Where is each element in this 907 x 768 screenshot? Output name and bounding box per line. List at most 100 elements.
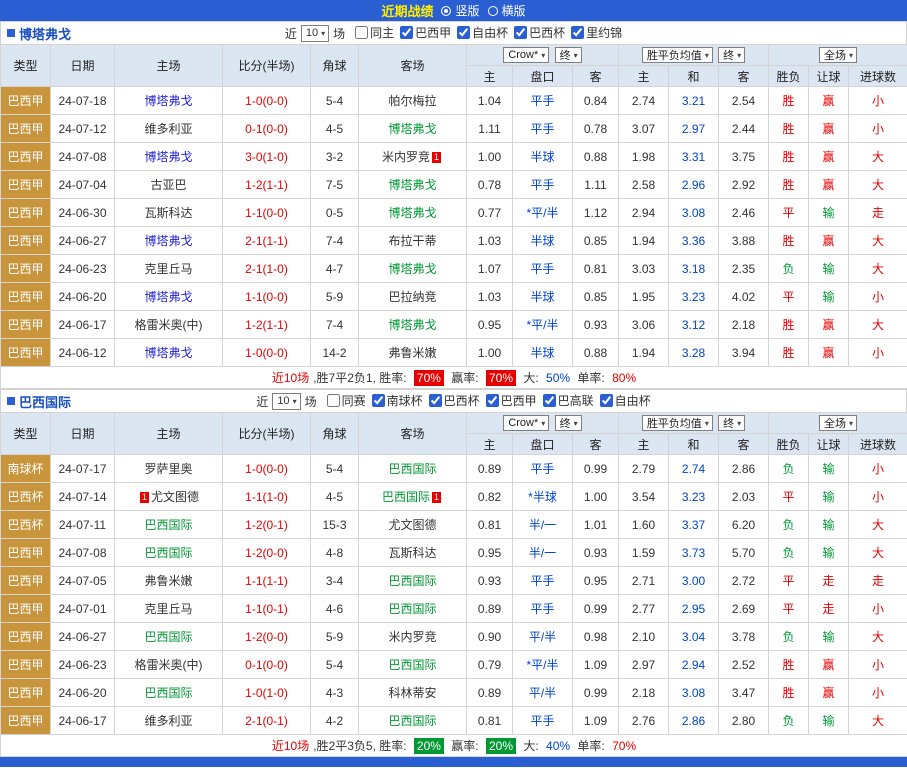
recent-count-select[interactable]: 10▾ bbox=[301, 25, 329, 42]
checkbox-input[interactable] bbox=[429, 394, 442, 407]
home-team-name[interactable]: 维多利亚 bbox=[144, 122, 192, 136]
away-team-name[interactable]: 巴西国际 bbox=[388, 462, 436, 476]
home-team-name[interactable]: 罗萨里奥 bbox=[144, 462, 192, 476]
away-team-name[interactable]: 博塔弗戈 bbox=[388, 206, 436, 220]
away-team-cell: 博塔弗戈 bbox=[359, 171, 467, 199]
filter-checkbox[interactable]: 同赛 bbox=[327, 392, 366, 409]
home-team-name[interactable]: 古亚巴 bbox=[150, 178, 186, 192]
checkbox-input[interactable] bbox=[400, 26, 413, 39]
league-type: 巴西杯 bbox=[1, 511, 51, 539]
odds-away-value: 0.93 bbox=[573, 539, 619, 567]
odds-company-select[interactable]: Crow*▾ bbox=[503, 415, 549, 431]
avg-final-select[interactable]: 终▾ bbox=[718, 415, 745, 431]
filter-checkbox[interactable]: 同主 bbox=[355, 24, 394, 41]
checkbox-input[interactable] bbox=[486, 394, 499, 407]
avg-draw-value: 3.37 bbox=[669, 511, 719, 539]
radio-unselected-icon[interactable] bbox=[488, 6, 498, 16]
home-team-name[interactable]: 博塔弗戈 bbox=[144, 234, 192, 248]
team-name[interactable]: 博塔弗戈 bbox=[19, 24, 71, 43]
home-team-name[interactable]: 弗鲁米嫩 bbox=[144, 574, 192, 588]
recent-count-select[interactable]: 10▾ bbox=[272, 393, 300, 410]
chevron-down-icon: ▾ bbox=[321, 29, 325, 38]
result-handicap: 输 bbox=[809, 483, 849, 511]
home-team-name[interactable]: 克里丘马 bbox=[144, 602, 192, 616]
home-team-name[interactable]: 博塔弗戈 bbox=[144, 290, 192, 304]
avg-home-value: 1.98 bbox=[619, 143, 669, 171]
home-team-name[interactable]: 巴西国际 bbox=[144, 686, 192, 700]
filter-checkbox[interactable]: 巴西甲 bbox=[400, 24, 451, 41]
home-team-name[interactable]: 格雷米奥(中) bbox=[135, 658, 203, 672]
checkbox-label: 同赛 bbox=[342, 392, 366, 409]
filter-checkbox[interactable]: 巴高联 bbox=[543, 392, 594, 409]
away-team-name[interactable]: 瓦斯科达 bbox=[388, 546, 436, 560]
checkbox-input[interactable] bbox=[514, 26, 527, 39]
away-team-name[interactable]: 尤文图德 bbox=[388, 518, 436, 532]
scope-select[interactable]: 全场▾ bbox=[819, 47, 857, 63]
away-team-name[interactable]: 巴西国际 bbox=[388, 574, 436, 588]
home-team-name[interactable]: 博塔弗戈 bbox=[144, 150, 192, 164]
checkbox-input[interactable] bbox=[543, 394, 556, 407]
odds-final-select[interactable]: 终▾ bbox=[555, 415, 582, 431]
checkbox-input[interactable] bbox=[372, 394, 385, 407]
away-team-name[interactable]: 科林蒂安 bbox=[388, 686, 436, 700]
away-team-name[interactable]: 弗鲁米嫩 bbox=[388, 346, 436, 360]
checkbox-input[interactable] bbox=[600, 394, 613, 407]
away-team-name[interactable]: 巴西国际 bbox=[388, 714, 436, 728]
home-team-name[interactable]: 巴西国际 bbox=[144, 546, 192, 560]
home-team-name[interactable]: 克里丘马 bbox=[144, 262, 192, 276]
home-team-name[interactable]: 巴西国际 bbox=[144, 518, 192, 532]
filter-checkbox[interactable]: 巴西杯 bbox=[429, 392, 480, 409]
home-team-name[interactable]: 巴西国际 bbox=[144, 630, 192, 644]
match-row: 巴西甲24-06-23克里丘马2-1(1-0)4-7博塔弗戈1.07平手0.81… bbox=[1, 255, 907, 283]
checkbox-input[interactable] bbox=[457, 26, 470, 39]
radio-selected-icon[interactable] bbox=[441, 6, 451, 16]
checkbox-input[interactable] bbox=[355, 26, 368, 39]
home-team-name[interactable]: 博塔弗戈 bbox=[144, 94, 192, 108]
checkbox-input[interactable] bbox=[327, 394, 340, 407]
away-team-name[interactable]: 博塔弗戈 bbox=[388, 178, 436, 192]
away-team-name[interactable]: 博塔弗戈 bbox=[388, 318, 436, 332]
away-team-name[interactable]: 米内罗竞 bbox=[388, 630, 436, 644]
away-team-name[interactable]: 博塔弗戈 bbox=[388, 262, 436, 276]
filter-checkbox[interactable]: 南球杯 bbox=[372, 392, 423, 409]
avg-type-select[interactable]: 胜平负均值▾ bbox=[642, 415, 713, 431]
away-team-name[interactable]: 布拉干蒂 bbox=[388, 234, 436, 248]
filter-checkbox[interactable]: 巴西杯 bbox=[514, 24, 565, 41]
layout-radio-vertical[interactable]: 竖版 bbox=[441, 2, 479, 19]
away-team-name[interactable]: 巴拉纳竞 bbox=[388, 290, 436, 304]
result-wdl: 胜 bbox=[769, 171, 809, 199]
scope-select[interactable]: 全场▾ bbox=[819, 415, 857, 431]
away-team-name[interactable]: 巴西国际 bbox=[388, 602, 436, 616]
away-team-name[interactable]: 帕尔梅拉 bbox=[388, 94, 436, 108]
away-team-name[interactable]: 博塔弗戈 bbox=[388, 122, 436, 136]
filter-checkbox[interactable]: 自由杯 bbox=[600, 392, 651, 409]
win-rate-badge: 20% bbox=[414, 738, 444, 754]
match-date: 24-07-14 bbox=[51, 483, 115, 511]
odd-rate-label: 单率: bbox=[577, 371, 604, 385]
odds-company-select[interactable]: Crow*▾ bbox=[503, 47, 549, 63]
away-team-name[interactable]: 米内罗竞 bbox=[382, 150, 430, 164]
filter-checkbox[interactable]: 里约锦 bbox=[571, 24, 622, 41]
result-goals: 小 bbox=[849, 483, 907, 511]
home-team-name[interactable]: 维多利亚 bbox=[144, 714, 192, 728]
layout-radio-horizontal[interactable]: 横版 bbox=[488, 2, 526, 19]
home-team-name[interactable]: 博塔弗戈 bbox=[144, 346, 192, 360]
home-team-name[interactable]: 尤文图德 bbox=[151, 490, 199, 504]
home-team-name[interactable]: 格雷米奥(中) bbox=[135, 318, 203, 332]
avg-type-select[interactable]: 胜平负均值▾ bbox=[642, 47, 713, 63]
odds-final-select[interactable]: 终▾ bbox=[555, 47, 582, 63]
team-name[interactable]: 巴西国际 bbox=[19, 392, 71, 411]
away-team-name[interactable]: 巴西国际 bbox=[388, 658, 436, 672]
checkbox-label: 巴西甲 bbox=[415, 24, 451, 41]
filter-checkbox[interactable]: 自由杯 bbox=[457, 24, 508, 41]
odds-away-value: 0.88 bbox=[573, 143, 619, 171]
home-team-name[interactable]: 瓦斯科达 bbox=[144, 206, 192, 220]
avg-away-value: 6.20 bbox=[719, 511, 769, 539]
score: 1-1(1-0) bbox=[223, 483, 311, 511]
odds-rate-badge: 20% bbox=[486, 738, 516, 754]
away-team-name[interactable]: 巴西国际 bbox=[382, 490, 430, 504]
checkbox-input[interactable] bbox=[571, 26, 584, 39]
filter-checkbox[interactable]: 巴西甲 bbox=[486, 392, 537, 409]
checkbox-label: 巴西杯 bbox=[444, 392, 480, 409]
avg-final-select[interactable]: 终▾ bbox=[718, 47, 745, 63]
